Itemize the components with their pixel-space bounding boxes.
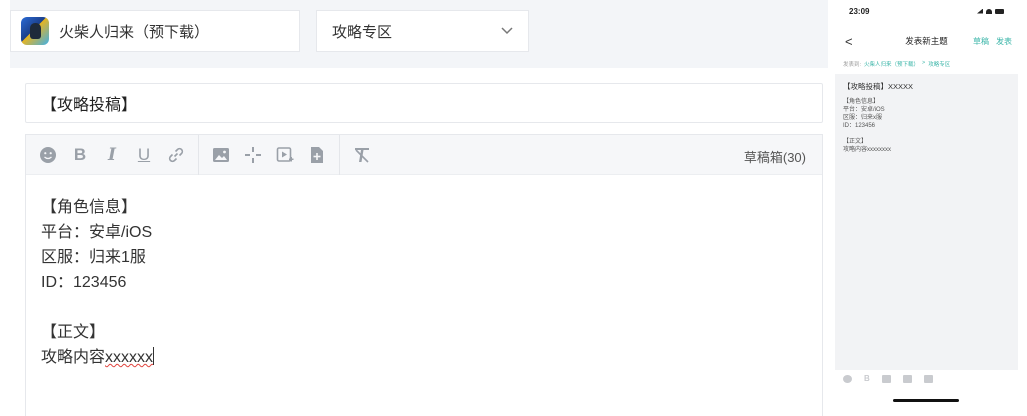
clear-group (340, 135, 384, 175)
status-time: 23:09 (849, 6, 870, 16)
mobile-draft-button[interactable]: 草稿 (973, 36, 989, 47)
signal-icon (977, 8, 983, 14)
content-line-last: 攻略内容xxxxxx (41, 345, 807, 370)
underline-icon: U (137, 144, 151, 164)
content-line: 区服：归来1服 (41, 249, 146, 266)
preview-line: ID：123456 (843, 123, 876, 129)
attachment-button[interactable] (301, 139, 333, 171)
mobile-navbar: < 发表新主题 草稿 发表 (835, 22, 1018, 60)
bold-icon: B (73, 144, 87, 164)
content-line: 【正文】 (41, 324, 106, 341)
mobile-preview-body: 【攻略投稿】XXXXX 【角色信息】 平台：安卓/iOS 区服：归来x服 ID：… (835, 74, 1018, 370)
game-name: 火柴人归来（预下载） (59, 23, 210, 41)
format-group: B I U (26, 134, 199, 175)
link-button[interactable] (160, 139, 192, 171)
content-line: 平台：安卓/iOS (41, 224, 153, 241)
chevron-down-icon (501, 27, 513, 35)
bold-button[interactable]: B (64, 139, 96, 171)
category-selector[interactable]: 攻略专区 (316, 10, 529, 52)
preview-line: 平台：安卓/iOS (843, 107, 885, 113)
status-icons (977, 8, 1004, 14)
mobile-nav-title: 发表新主题 (905, 36, 948, 46)
emoji-icon (40, 146, 56, 163)
post-to-game[interactable]: 火柴人归来（预下载） (864, 60, 919, 74)
video-icon (276, 146, 294, 162)
text-caret (153, 347, 155, 365)
content-text: 攻略内容 (41, 349, 106, 366)
category-label: 攻略专区 (332, 23, 393, 41)
misspelled-text: xxxxxx (105, 349, 154, 366)
post-to-breadcrumb: 发表到: 火柴人归来（预下载） > 攻略专区 (835, 60, 1018, 74)
mobile-preview-title: 【攻略投稿】XXXXX (843, 82, 914, 91)
post-to-separator: > (922, 60, 926, 66)
rich-text-editor: B I U 草稿箱(30) 【角色信息】 平台：安卓/iOS 区服：归来1服 I… (25, 134, 823, 416)
preview-line: 攻略内容xxxxxxxx (843, 147, 892, 153)
attachment-icon[interactable] (923, 374, 933, 383)
editor-content[interactable]: 【角色信息】 平台：安卓/iOS 区服：归来1服 ID：123456 【正文】 … (26, 175, 822, 390)
mobile-publish-button[interactable]: 发表 (996, 36, 1012, 47)
mobile-toolbar: B (843, 374, 933, 383)
post-to-category[interactable]: 攻略专区 (928, 60, 950, 74)
draft-box-link[interactable]: 草稿箱(30) (744, 147, 806, 166)
game-icon (21, 17, 49, 45)
video-button[interactable] (269, 139, 301, 171)
move-button[interactable] (237, 139, 269, 171)
mobile-preview-text: 【角色信息】 平台：安卓/iOS 区服：归来x服 ID：123456 【正文】 … (835, 98, 1018, 154)
preview-line: 【角色信息】 (843, 99, 880, 105)
game-selector[interactable]: 火柴人归来（预下载） (10, 10, 300, 52)
title-input[interactable]: 【攻略投稿】 (25, 83, 823, 123)
italic-button[interactable]: I (96, 139, 128, 171)
preview-line: 区服：归来x服 (843, 115, 883, 121)
image-button[interactable] (205, 139, 237, 171)
insert-group (199, 134, 340, 175)
italic-icon: I (108, 144, 116, 165)
home-indicator (893, 399, 959, 402)
emoji-icon[interactable] (843, 374, 852, 383)
title-value: 【攻略投稿】 (41, 97, 138, 114)
image-icon (213, 147, 229, 162)
underline-button[interactable]: U (128, 139, 160, 171)
clear-format-icon (355, 147, 369, 163)
mobile-nav-actions: 草稿 发表 (973, 36, 1012, 47)
mobile-preview: 23:09 < 发表新主题 草稿 发表 发表到: 火柴人归来（预下载） > 攻略… (835, 0, 1018, 416)
content-line: 【角色信息】 (41, 199, 138, 216)
status-bar: 23:09 (835, 0, 1018, 22)
editor-toolbar: B I U 草稿箱(30) (26, 134, 822, 175)
emoji-button[interactable] (32, 139, 64, 171)
preview-line (843, 130, 1010, 138)
bold-icon[interactable]: B (864, 374, 870, 383)
wifi-icon (986, 8, 992, 14)
content-line (41, 295, 807, 320)
clear-format-button[interactable] (346, 139, 378, 171)
content-line: ID：123456 (41, 274, 127, 291)
link-icon (168, 147, 184, 162)
preview-line: 【正文】 (843, 139, 868, 145)
post-to-label: 发表到: (843, 62, 862, 68)
battery-icon (995, 8, 1004, 14)
image-icon[interactable] (881, 374, 891, 383)
move-icon (245, 146, 261, 163)
attachment-icon (311, 146, 323, 163)
desktop-editor: 火柴人归来（预下载） 攻略专区 【攻略投稿】 B I U 草稿箱(30) 【角色… (0, 0, 830, 416)
back-icon[interactable]: < (845, 34, 853, 49)
video-icon[interactable] (902, 374, 912, 383)
